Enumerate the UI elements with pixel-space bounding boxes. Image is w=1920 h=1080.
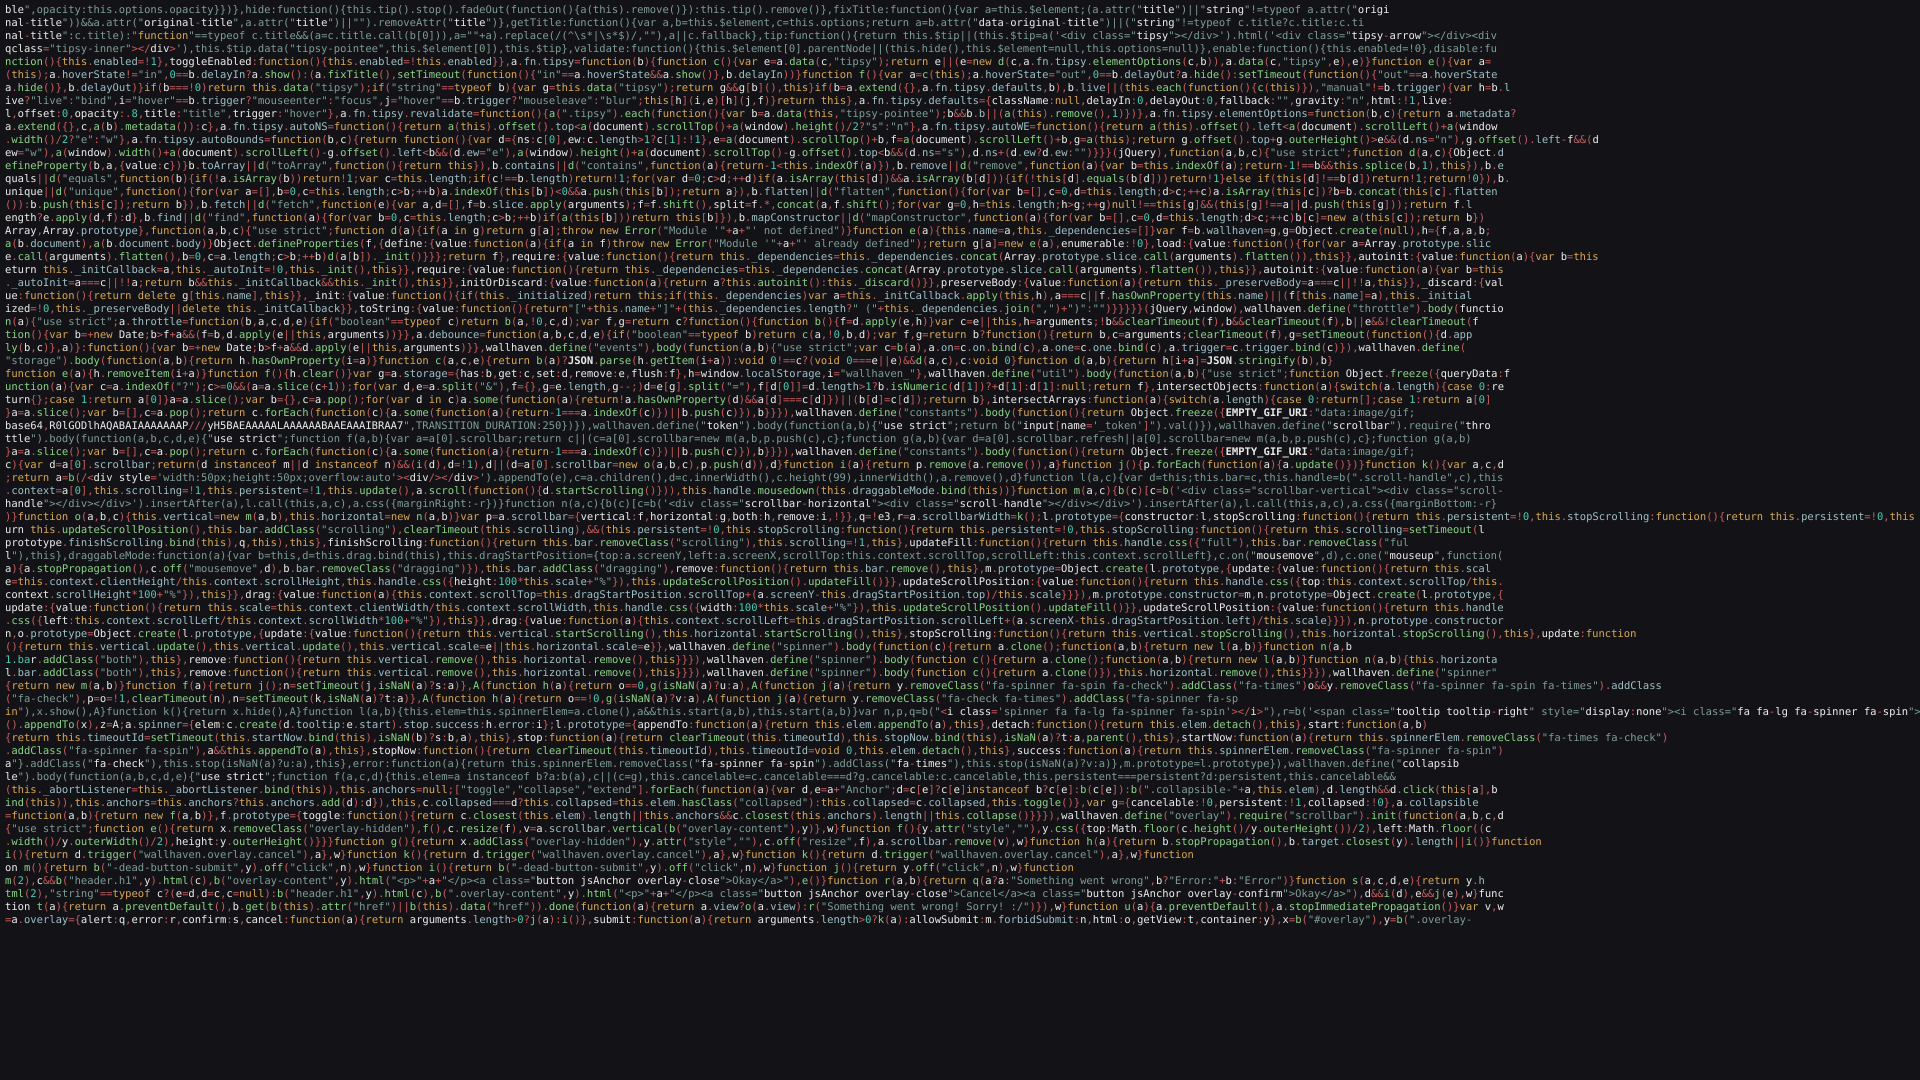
code-surface: ble",opacity:this.options.opacity}})},hi… bbox=[0, 0, 1920, 927]
code-line: 1.bar.addClass("both"),this},remove:func… bbox=[5, 654, 1498, 666]
code-line: a.extend({},c,a(b).metadata()):c},a.fn.t… bbox=[5, 121, 1498, 133]
code-line: i(){return d.trigger("wallhaven.overlay.… bbox=[5, 849, 1194, 861]
code-line: =function(a,b){return new f(a,b)},f.prot… bbox=[5, 810, 1504, 822]
code-line: (this._abortListener=this._abortListener… bbox=[5, 784, 1498, 796]
code-line: (this);a.hoverState!="in",0==b.delayIn?a… bbox=[5, 69, 1498, 81]
code-line: a){a.stopPropagation(),c.off("mousemove"… bbox=[5, 563, 1492, 575]
code-line: function e(a){h.removeItem(i+a)}function… bbox=[5, 368, 1511, 380]
code-line: nal-title":c.title):"function"==typeof c… bbox=[5, 30, 1497, 42]
code-line: ._autoInit=a===c||!!a;return b&&this._in… bbox=[5, 277, 1504, 289]
code-line: ().appendTo(x),z=A;a.spinner={elem:c.cre… bbox=[5, 719, 1428, 731]
code-line: unique||d("unique",function(){for(var a=… bbox=[5, 186, 1498, 198]
code-line: {return new m(a,b)}function f(a){return … bbox=[5, 680, 1662, 692]
code-line: ive?"live":"bind",i="hover"==b.trigger?"… bbox=[5, 95, 1454, 107]
code-line: tion t(a){return a.preventDefault(),b.ge… bbox=[5, 901, 1504, 913]
code-line: c){var d=a[0].scrollbar;return(d instanc… bbox=[5, 459, 1504, 471]
code-line: n,o.prototype=Object.create(l.prototype,… bbox=[5, 628, 1637, 640]
code-line: ew="w"),a(window).width()+a(document).sc… bbox=[5, 147, 1504, 159]
code-line: ("fa-check"),p=o=!1,clearTimeout(n),n=se… bbox=[5, 693, 1239, 705]
code-line: ized=!0,this._preserveBody||delete this.… bbox=[5, 303, 1504, 315]
code-line: )}function o(a,b,c){this.vertical=new m(… bbox=[5, 511, 1915, 523]
code-line: m(2),c&&b("header.h1",y).html(c),b("over… bbox=[5, 875, 1485, 887]
code-line: efineProperty(b,a,{value:c})}b.toArray||… bbox=[5, 160, 1504, 172]
code-line: on m(){return b("-dead-button-submit",y)… bbox=[5, 862, 1074, 874]
code-line: handle"></div></div>').insertAfter(a),l.… bbox=[5, 498, 1497, 510]
code-line: l,offset:0,opacity:.8,title:"title",trig… bbox=[5, 108, 1517, 120]
code-line: .width()/y.outerWidth()/2),height:y.oute… bbox=[5, 836, 1542, 848]
code-line: ttle").body(function(a,b,c,d,e){"use str… bbox=[5, 433, 1472, 445]
code-line: ble",opacity:this.options.opacity}})},hi… bbox=[5, 4, 1390, 16]
code-line: le").body(function(a,b,c,d,e){"use stric… bbox=[5, 771, 1396, 783]
code-line: .width()/2?"e":"w"},a.fn.tipsy.autoBound… bbox=[5, 134, 1599, 146]
code-line: qclass="tipsy-inner"></div>'),this.$tip.… bbox=[5, 43, 1497, 55]
code-line: quals||d("equals",function(b){if(!a.isAr… bbox=[5, 173, 1511, 185]
code-line: context.scrollHeight*100+"%"}),this}},dr… bbox=[5, 589, 1504, 601]
code-line: =a.overlay={alert:q,error:r,confirm:s,ca… bbox=[5, 914, 1473, 926]
code-line: ue:function(){return delete g[this.name]… bbox=[5, 290, 1473, 302]
code-line: .css({left:this.context.scrollLeft/this.… bbox=[5, 615, 1504, 627]
code-line: l"),this},draggableMode:function(a){var … bbox=[5, 550, 1504, 562]
code-line: e=this.context.clientHeight/this.context… bbox=[5, 576, 1504, 588]
code-line: a.hide()},b.delayOut)}if(b===!0)return t… bbox=[5, 82, 1511, 94]
code-line: nal-title"))&&a.attr("original-title",a.… bbox=[5, 17, 1365, 29]
code-line: "storage").body(function(a,b){return h.h… bbox=[5, 355, 1334, 367]
code-line: .context=a[0],this.scrolling=!1,this.per… bbox=[5, 485, 1504, 497]
code-line: ;return a=b(/<div style='width:50px;heig… bbox=[5, 472, 1504, 484]
code-viewer[interactable]: ble",opacity:this.options.opacity}})},hi… bbox=[0, 0, 1920, 1080]
code-line: n(a){"use strict";a.throttle=function(b,… bbox=[5, 316, 1479, 328]
code-line: a(b.document),a(b.document.body)}Object.… bbox=[5, 238, 1492, 250]
code-line: ly(b,c)},a)}:function(){var b=+new Date;… bbox=[5, 342, 1467, 354]
code-line: ()):b.push(this[c]);return b}),b.fetch||… bbox=[5, 199, 1473, 211]
code-line: nction(){this.enabled=!1},toggleEnabled:… bbox=[5, 56, 1492, 68]
code-line: unction(a){var c=a.indexOf("?");c>=0&&(a… bbox=[5, 381, 1505, 393]
code-line: base64,R0lGODlhAQABAIAAAAAAAP///yH5BAEAA… bbox=[5, 420, 1491, 432]
code-line: {"use strict";function e(){return x.remo… bbox=[5, 823, 1492, 835]
code-line: turn{};case 1:return a[0]}a=a.slice();va… bbox=[5, 394, 1492, 406]
code-line: urn this.updateScrollPosition(),this.bar… bbox=[5, 524, 1485, 536]
code-line: ind(this)),this.anchors=this.anchors?thi… bbox=[5, 797, 1479, 809]
code-line: update:{value:function(){return this.sca… bbox=[5, 602, 1504, 614]
code-line: tml(2),"string"==typeof c?(e=d,d=c,c=nul… bbox=[5, 888, 1504, 900]
code-line: e.call(arguments).flatten(),b=0,c=a.leng… bbox=[5, 251, 1599, 263]
code-line: {return this.timeoutId=setTimeout(this.s… bbox=[5, 732, 1669, 744]
code-line: }a=a.slice();var b=[],c=a.pop();return c… bbox=[5, 446, 1416, 458]
code-line: eturn this._initCallback=a,this._autoIni… bbox=[5, 264, 1504, 276]
code-line: in"),x.show(),A}function k(){return x.hi… bbox=[5, 706, 1920, 718]
code-line: Array,Array.prototype},function(a,b,c){"… bbox=[5, 225, 1492, 237]
code-line: l.bar.addClass("both"),this},remove:func… bbox=[5, 667, 1498, 679]
code-line: tion(){var b=+new Date;b>f+a&&(f=b,d.app… bbox=[5, 329, 1473, 341]
code-line: ength?e.apply(d,f):d},b.find||d("find",f… bbox=[5, 212, 1486, 224]
code-line: }a=a.slice();var b=[],c=a.pop();return c… bbox=[5, 407, 1416, 419]
code-line: (){return this.vertical.update(),this.ve… bbox=[5, 641, 1352, 653]
code-line: .addClass("fa-spinner fa-spin"),a&&this.… bbox=[5, 745, 1504, 757]
code-line: a"}.addClass("fa-check"),this.stop(isNaN… bbox=[5, 758, 1460, 770]
code-line: prototype.finishScrolling.bind(this),q,t… bbox=[5, 537, 1409, 549]
